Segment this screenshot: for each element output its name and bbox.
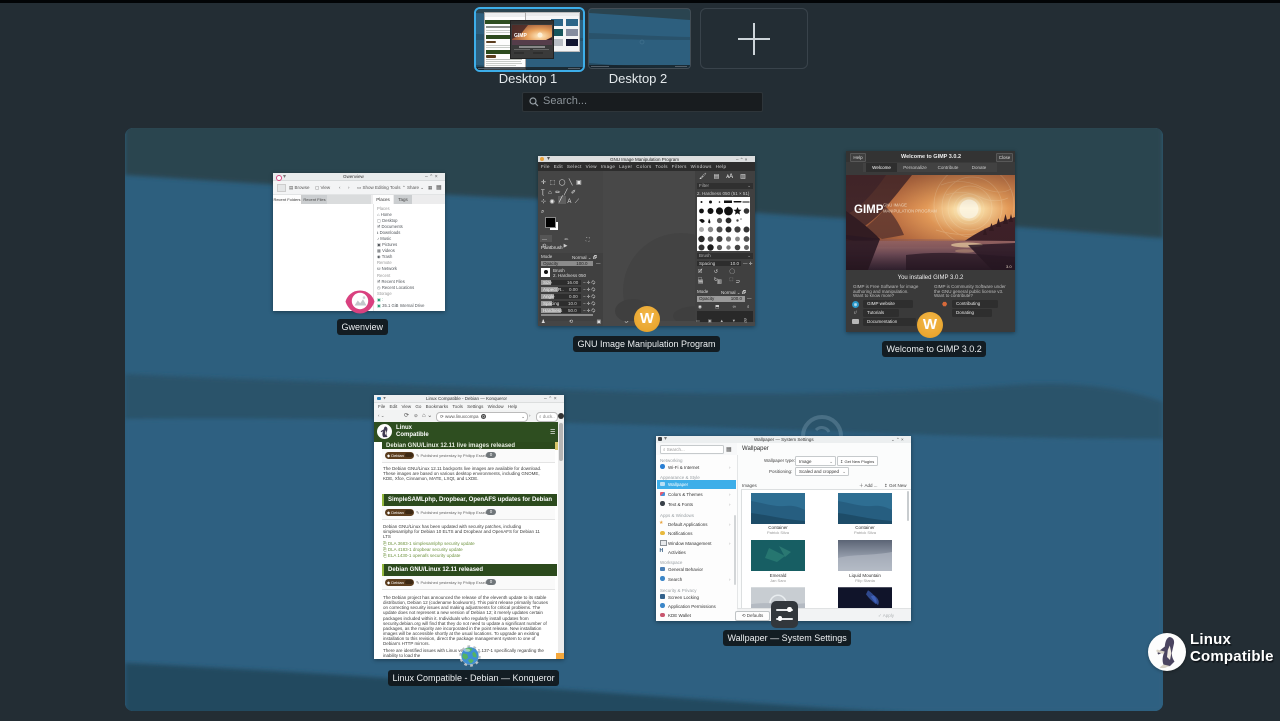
svg-text:GIMP: GIMP [854, 204, 884, 216]
svg-text:GNU IMAGE: GNU IMAGE [883, 203, 907, 208]
svg-text:3.0: 3.0 [1006, 264, 1012, 269]
svg-text:GIMP: GIMP [514, 33, 527, 39]
svg-text:MANIPULATION PROGRAM: MANIPULATION PROGRAM [883, 209, 937, 214]
